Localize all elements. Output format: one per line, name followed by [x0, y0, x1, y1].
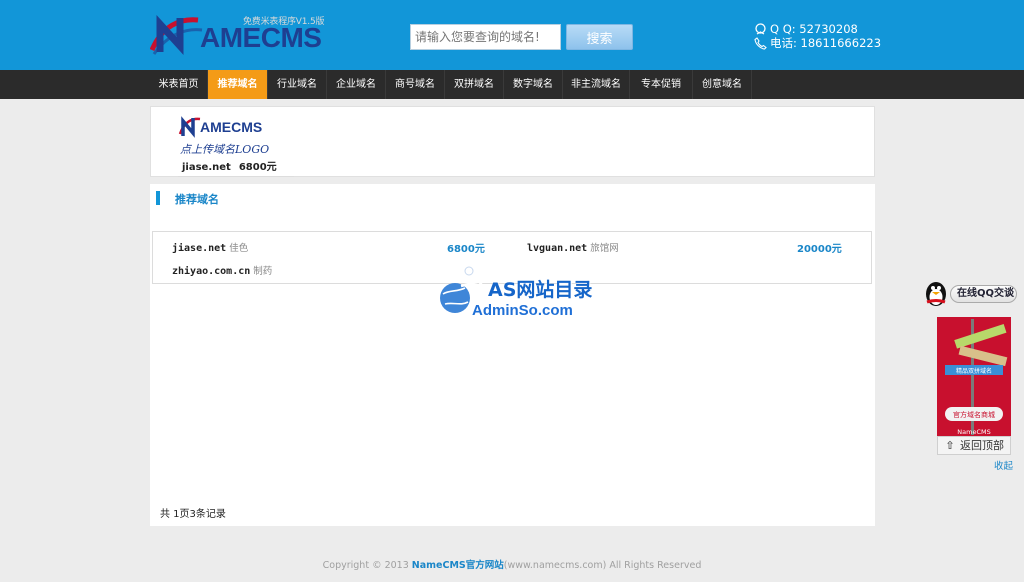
- footer-brand-link[interactable]: NameCMS官方网站: [412, 560, 504, 571]
- phone-icon: [754, 36, 767, 50]
- ad-divider: [178, 176, 294, 177]
- nav-item[interactable]: 行业域名: [268, 70, 327, 99]
- site-header: 免费米表程序V1.5版 AMECMS 搜索 Q Q: 52730208 电话: …: [0, 0, 1024, 70]
- domain-price: 20000元: [797, 244, 842, 255]
- nav-item[interactable]: 推荐域名: [208, 70, 268, 99]
- domain-search-input[interactable]: [410, 24, 561, 50]
- ad-logo-text: AMECMS: [200, 119, 262, 135]
- ad-logo-image: AMECMS: [178, 114, 268, 140]
- qq-number: Q Q: 52730208: [770, 22, 858, 36]
- nav-item[interactable]: 米表首页: [150, 70, 208, 99]
- domain-list-item[interactable]: jiase.net 佳色: [172, 240, 248, 254]
- search-button[interactable]: 搜索: [566, 24, 633, 50]
- copyright-text: Copyright © 2013: [322, 560, 412, 571]
- ad-price: 6800元: [238, 162, 277, 173]
- nav-item[interactable]: 非主流域名: [563, 70, 630, 99]
- ad-domain-info: jiase.net 6800元: [182, 158, 277, 173]
- logo-text: AMECMS: [200, 22, 322, 53]
- nav-item[interactable]: 数字域名: [504, 70, 563, 99]
- domain-name[interactable]: jiase.net: [172, 243, 226, 254]
- footer-site: (www.namecms.com): [503, 560, 607, 571]
- site-footer: Copyright © 2013 NameCMS官方网站(www.namecms…: [0, 557, 1024, 571]
- arrow-up-icon: ⇧: [945, 439, 955, 452]
- nav-item[interactable]: 企业域名: [327, 70, 386, 99]
- ad-subtitle: 点上传域名LOGO: [180, 143, 270, 156]
- nav-list: 米表首页 推荐域名 行业域名 企业域名 商号域名 双拼域名 数字域名 非主流域名 专本促销 创意域…: [150, 70, 752, 99]
- pagination-info: 共 1页3条记录: [160, 509, 226, 520]
- back-to-top-label: 返回顶部: [960, 439, 1004, 452]
- domain-name[interactable]: zhiyao.com.cn: [172, 266, 250, 277]
- qq-icon: [755, 22, 766, 35]
- featured-domain-card[interactable]: AMECMS 点上传域名LOGO jiase.net 6800元: [178, 114, 277, 173]
- footer-rights: All Rights Reserved: [606, 560, 702, 571]
- domain-desc: 制药: [253, 266, 273, 277]
- domain-desc: 佳色: [229, 243, 249, 254]
- section-title: 推荐域名: [175, 193, 219, 206]
- domain-desc: 旅馆网: [590, 243, 619, 254]
- domain-list-item[interactable]: lvguan.net 旅馆网: [527, 240, 619, 254]
- phone-number: 电话: 18611666223: [770, 36, 882, 50]
- side-promo-banner[interactable]: 精品双拼域名 官方域名商城 NameCMS: [937, 317, 1011, 437]
- main-nav: 米表首页 推荐域名 行业域名 企业域名 商号域名 双拼域名 数字域名 非主流域名 专本促销 创意域…: [0, 70, 1024, 99]
- watermark-url: AdminSo.com: [472, 302, 573, 319]
- nav-item[interactable]: 创意域名: [693, 70, 752, 99]
- side-ad-sign1: 精品双拼域名: [956, 367, 992, 375]
- nav-item[interactable]: 双拼域名: [445, 70, 504, 99]
- online-qq-chat-button[interactable]: 在线QQ交谈: [950, 285, 1017, 303]
- contact-info: Q Q: 52730208 电话: 18611666223: [754, 22, 881, 50]
- domain-name[interactable]: lvguan.net: [527, 243, 587, 254]
- side-ad-sign2: 官方域名商城: [953, 410, 995, 419]
- nav-item[interactable]: 商号域名: [386, 70, 445, 99]
- back-to-top-button[interactable]: ⇧ 返回顶部: [937, 436, 1011, 455]
- domain-price: 6800元: [447, 244, 485, 255]
- watermark-title: AS网站目录: [488, 279, 593, 301]
- ad-domain: jiase.net: [182, 162, 231, 173]
- collapse-side-link[interactable]: 收起: [994, 458, 1013, 472]
- domain-list-item[interactable]: zhiyao.com.cn 制药: [172, 263, 272, 277]
- side-ad-brand: NameCMS: [957, 428, 990, 436]
- section-marker: [156, 191, 160, 205]
- nav-item[interactable]: 专本促销: [630, 70, 693, 99]
